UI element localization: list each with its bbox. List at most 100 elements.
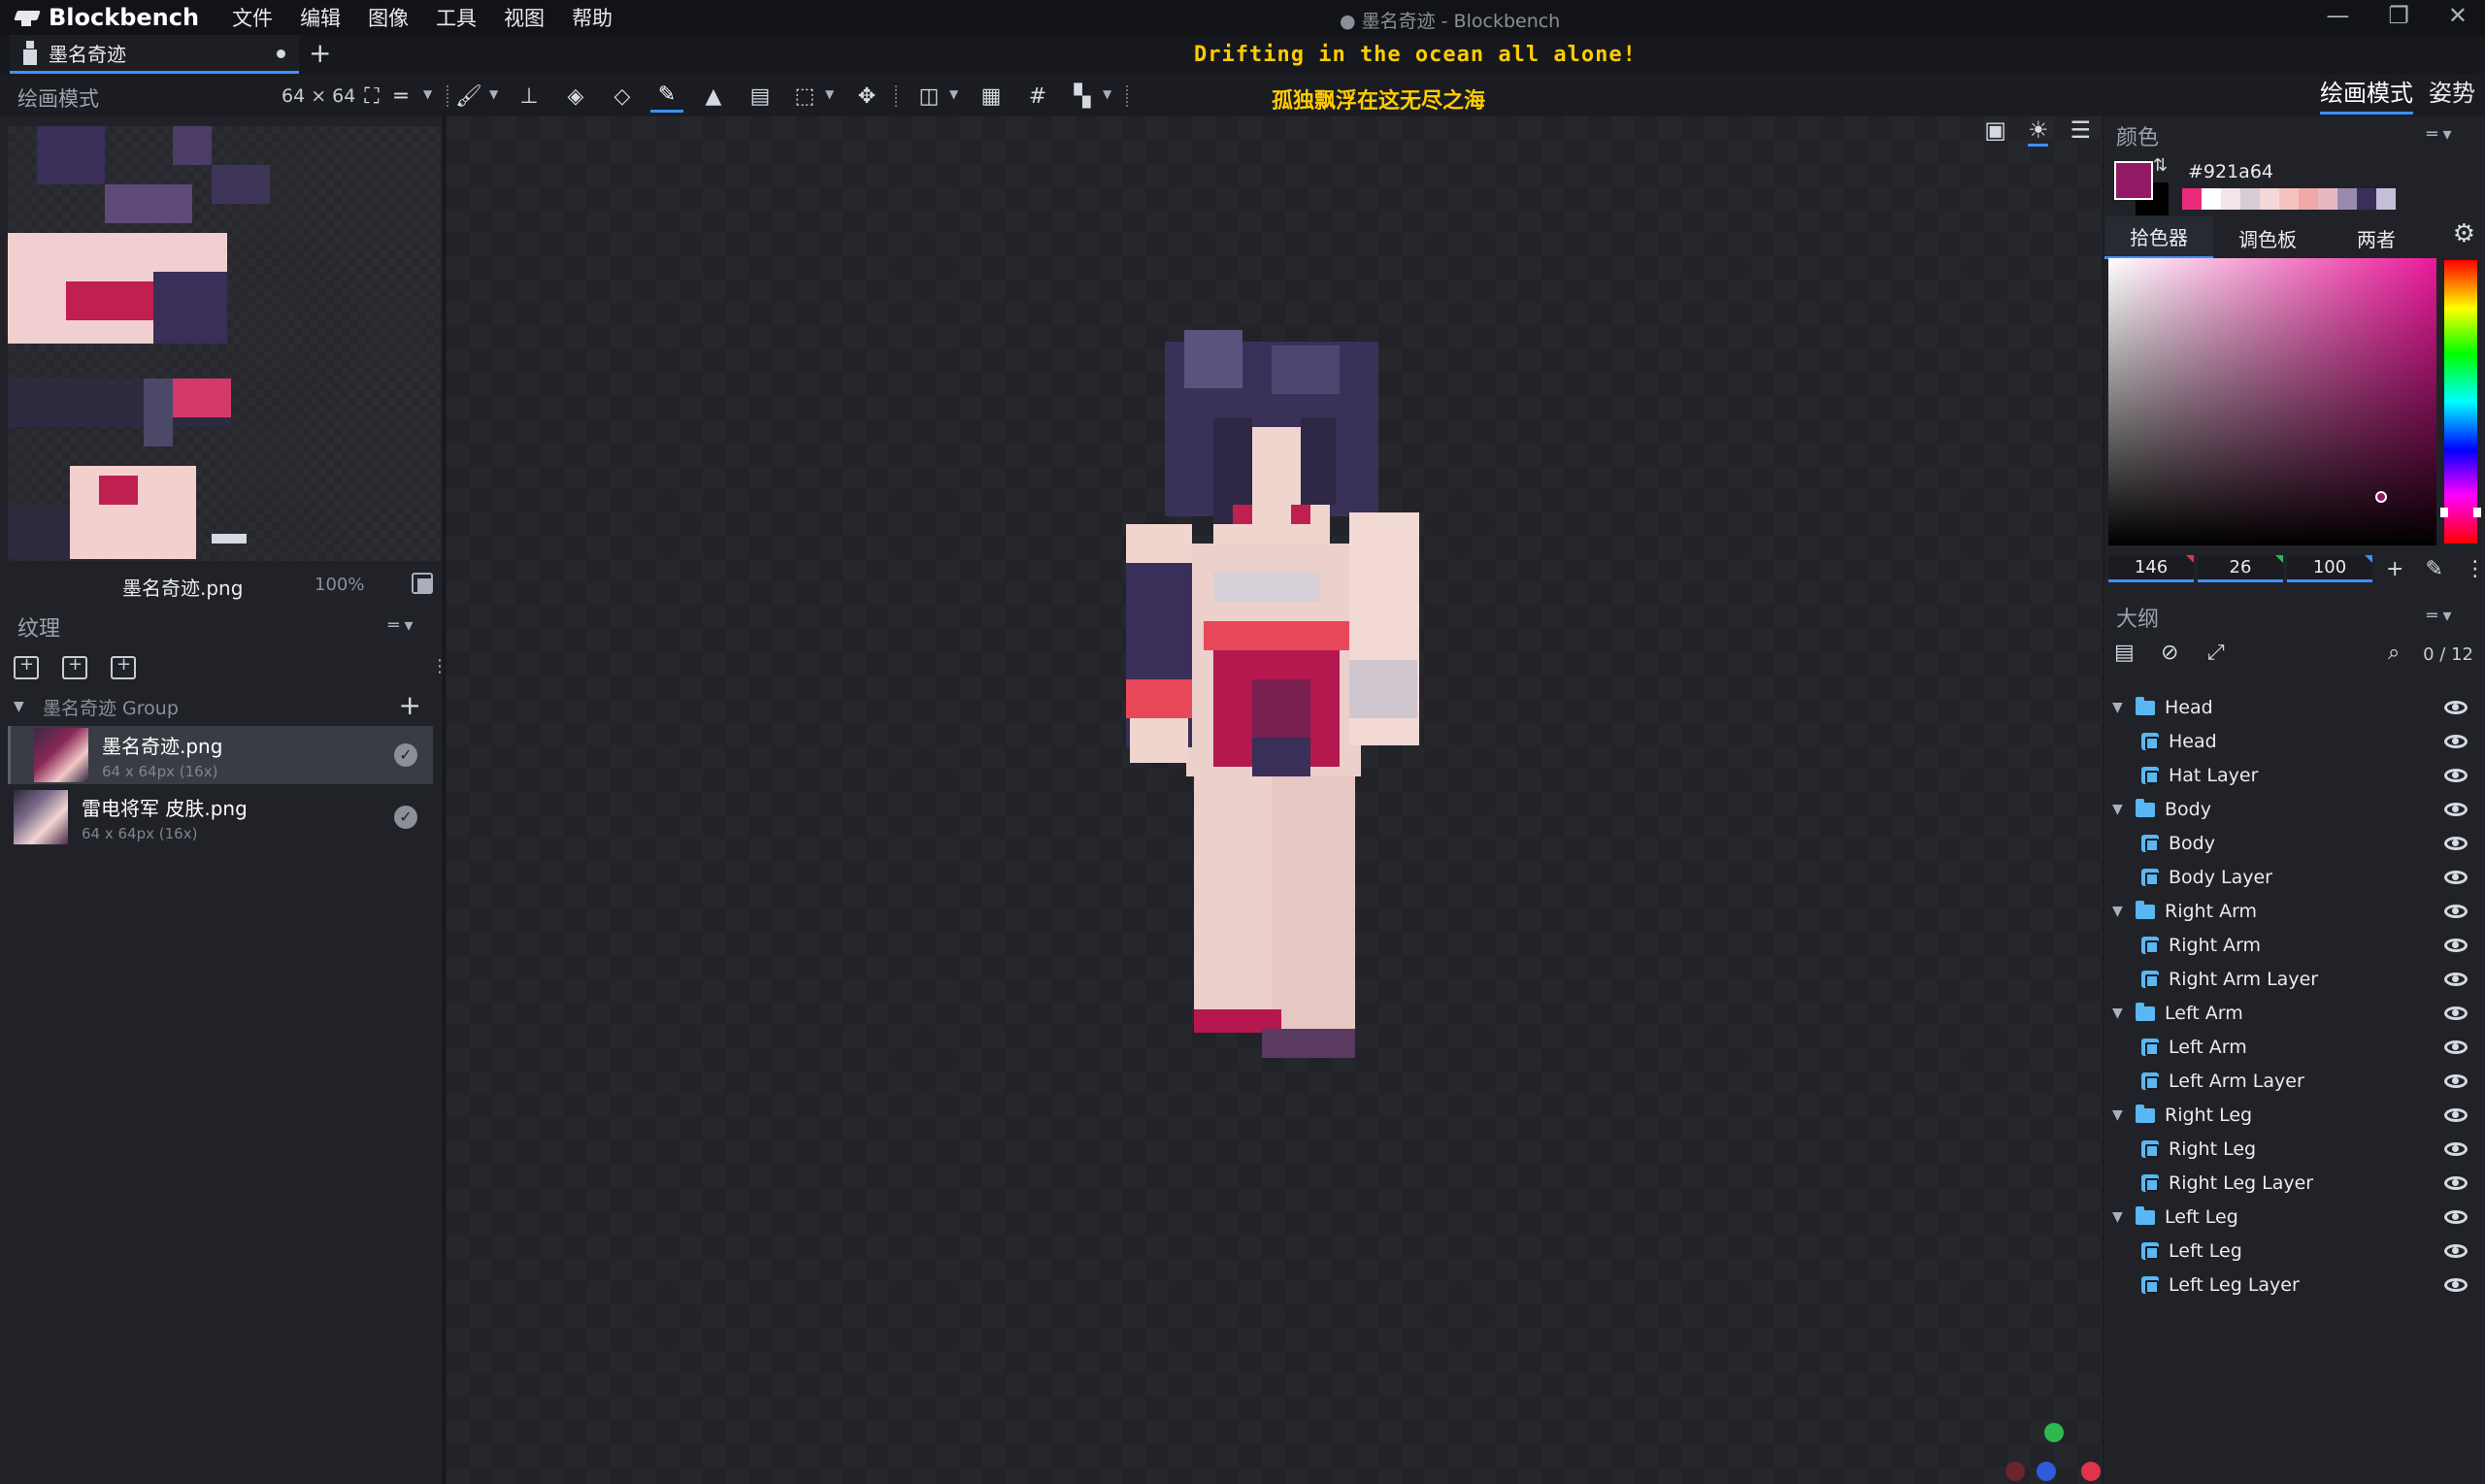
palette-swatch[interactable] (2260, 188, 2279, 210)
chevron-down-icon[interactable]: ▼ (2112, 1209, 2130, 1225)
outline-cube[interactable]: Right Leg (2104, 1133, 2485, 1166)
more-vertical-icon[interactable]: ⋮ (2465, 557, 2485, 581)
outline-group[interactable]: ▼ Left Leg (2104, 1201, 2485, 1234)
brightness-input[interactable]: 100 (2287, 555, 2372, 582)
saturation-brightness-picker[interactable] (2108, 258, 2436, 545)
add-color-icon[interactable]: + (2386, 557, 2403, 581)
outline-cube[interactable]: Left Arm (2104, 1031, 2485, 1064)
palette-swatch[interactable] (2299, 188, 2318, 210)
menu-help[interactable]: 帮助 (562, 3, 622, 32)
z-axis-icon[interactable] (2037, 1462, 2056, 1481)
stamp-icon[interactable]: ⊥ (513, 80, 546, 113)
menu-file[interactable]: 文件 (222, 3, 282, 32)
color-picker-icon[interactable]: ✎ (650, 80, 683, 113)
outline-cube[interactable]: Head (2104, 725, 2485, 758)
palette-swatch[interactable] (2221, 188, 2240, 210)
layout-dropdown-icon[interactable]: ▼ (1103, 87, 1111, 101)
visibility-eye-icon[interactable] (2444, 735, 2468, 748)
chevron-down-icon[interactable]: ▼ (2112, 904, 2130, 919)
outline-group[interactable]: ▼ Body (2104, 793, 2485, 826)
visibility-eye-icon[interactable] (2444, 769, 2468, 782)
toggle-visibility-icon[interactable]: ⊘ (2161, 641, 2178, 665)
paint-mode-button[interactable]: 绘画模式 (2320, 74, 2413, 115)
palette-swatch[interactable] (2318, 188, 2337, 210)
search-icon[interactable]: ⌕ (2388, 641, 2400, 665)
visibility-eye-icon[interactable] (2444, 871, 2468, 884)
visibility-eye-icon[interactable] (2444, 1074, 2468, 1088)
selection-icon[interactable]: ⬚ (788, 80, 821, 113)
picker-handle[interactable] (2375, 491, 2387, 503)
chevron-down-icon[interactable]: ▼ (2112, 1006, 2130, 1021)
fullscreen-icon[interactable]: ⛶ (355, 80, 388, 113)
menu-lines-icon[interactable]: ═ (384, 80, 417, 113)
copy-icon[interactable] (412, 573, 433, 594)
swap-colors-icon[interactable]: ⇅ (2153, 155, 2168, 176)
texture-item[interactable]: 雷电将军 皮肤.png 64 x 64px (16x) ✓ (8, 788, 433, 846)
panel-menu-icon[interactable]: ═ ▾ (2427, 606, 2452, 626)
selection-dropdown-icon[interactable]: ▼ (825, 87, 834, 101)
grid-icon[interactable]: # (1021, 80, 1054, 113)
hex-value[interactable]: #921a64 (2188, 161, 2273, 182)
gear-icon[interactable]: ⚙ (2453, 219, 2475, 248)
visibility-eye-icon[interactable] (2444, 803, 2468, 816)
chevron-down-icon[interactable]: ▼ (2112, 1107, 2130, 1123)
outline-group[interactable]: ▼ Right Leg (2104, 1099, 2485, 1132)
import-texture-icon[interactable] (14, 654, 39, 679)
mirror-icon[interactable]: ◫ (912, 80, 945, 113)
tab-palette[interactable]: 调色板 (2213, 218, 2322, 258)
mirror-dropdown-icon[interactable]: ▼ (949, 87, 958, 101)
chevron-down-icon[interactable]: ▼ (2112, 700, 2130, 715)
check-icon[interactable]: ✓ (394, 743, 417, 767)
y-axis-icon[interactable] (2044, 1423, 2064, 1442)
visibility-eye-icon[interactable] (2444, 905, 2468, 918)
texture-group[interactable]: ▼ 墨名奇迹 Group + (14, 689, 437, 722)
visibility-eye-icon[interactable] (2444, 1210, 2468, 1224)
visibility-eye-icon[interactable] (2444, 939, 2468, 952)
3d-viewport[interactable]: ▣ ☀ ☰ (447, 116, 2103, 1484)
pose-mode-button[interactable]: 姿势 (2429, 74, 2475, 115)
panel-menu-icon[interactable]: ═ ▾ (2427, 124, 2452, 145)
visibility-eye-icon[interactable] (2444, 1176, 2468, 1190)
create-texture-icon[interactable] (62, 654, 87, 679)
tab-both[interactable]: 两者 (2322, 218, 2431, 258)
expand-icon[interactable]: ⤢ (2207, 641, 2225, 665)
light-icon[interactable]: ☀ (2027, 116, 2049, 147)
eyedropper-icon[interactable]: ✎ (2425, 557, 2442, 581)
layout-icon[interactable]: ▚ (1066, 80, 1099, 113)
tab-project[interactable]: 墨名奇迹 (10, 35, 299, 74)
outline-group[interactable]: ▼ Left Arm (2104, 997, 2485, 1030)
outline-cube[interactable]: Right Leg Layer (2104, 1167, 2485, 1200)
panel-menu-icon[interactable]: ═ ▾ (388, 615, 414, 636)
menu-image[interactable]: 图像 (358, 3, 418, 32)
axis-gizmo[interactable] (1998, 1423, 2103, 1484)
palette-swatch[interactable] (2240, 188, 2260, 210)
outline-cube[interactable]: Left Leg (2104, 1235, 2485, 1268)
uv-editor[interactable] (8, 126, 441, 561)
palette-swatch[interactable] (2357, 188, 2376, 210)
outline-cube[interactable]: Left Arm Layer (2104, 1065, 2485, 1098)
outline-cube[interactable]: Body Layer (2104, 861, 2485, 894)
minimize-button[interactable]: — (2326, 2, 2349, 29)
visibility-eye-icon[interactable] (2444, 837, 2468, 850)
palette-swatch[interactable] (2279, 188, 2299, 210)
palette-swatch[interactable] (2182, 188, 2202, 210)
close-button[interactable]: ✕ (2448, 2, 2468, 29)
saturation-input[interactable]: 26 (2198, 555, 2283, 582)
menu-edit[interactable]: 编辑 (290, 3, 350, 32)
hue-handle[interactable] (2440, 508, 2481, 517)
menu-view[interactable]: 视图 (494, 3, 554, 32)
outline-group[interactable]: ▼ Head (2104, 691, 2485, 724)
image-icon[interactable]: ▣ (1984, 116, 2006, 147)
visibility-eye-icon[interactable] (2444, 701, 2468, 714)
outline-cube[interactable]: Hat Layer (2104, 759, 2485, 792)
tab-picker[interactable]: 拾色器 (2104, 216, 2213, 259)
visibility-eye-icon[interactable] (2444, 1142, 2468, 1156)
visibility-eye-icon[interactable] (2444, 1244, 2468, 1258)
visibility-eye-icon[interactable] (2444, 973, 2468, 986)
check-icon[interactable]: ✓ (394, 806, 417, 829)
texture-folder-icon[interactable] (111, 654, 136, 679)
add-cube-icon[interactable]: ▤ (2114, 641, 2135, 665)
visibility-eye-icon[interactable] (2444, 1006, 2468, 1020)
outline-cube[interactable]: Right Arm Layer (2104, 963, 2485, 996)
brush-icon[interactable]: 🖌 (452, 80, 485, 113)
